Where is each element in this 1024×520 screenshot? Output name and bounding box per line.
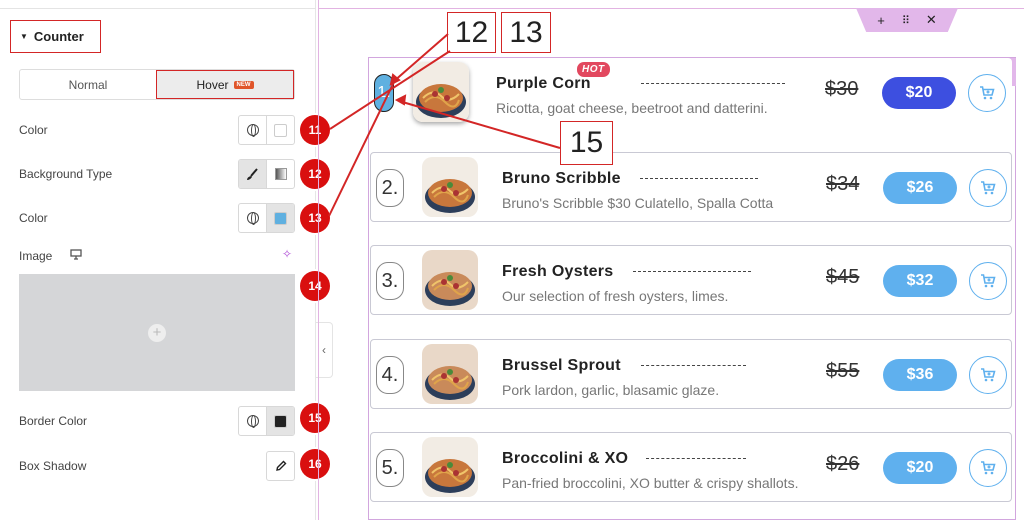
annotation-arrows	[328, 33, 561, 217]
arrowhead-12	[389, 73, 401, 86]
arrow-15	[398, 100, 561, 149]
arrowhead-15	[394, 94, 407, 106]
arrow-13	[328, 79, 396, 217]
